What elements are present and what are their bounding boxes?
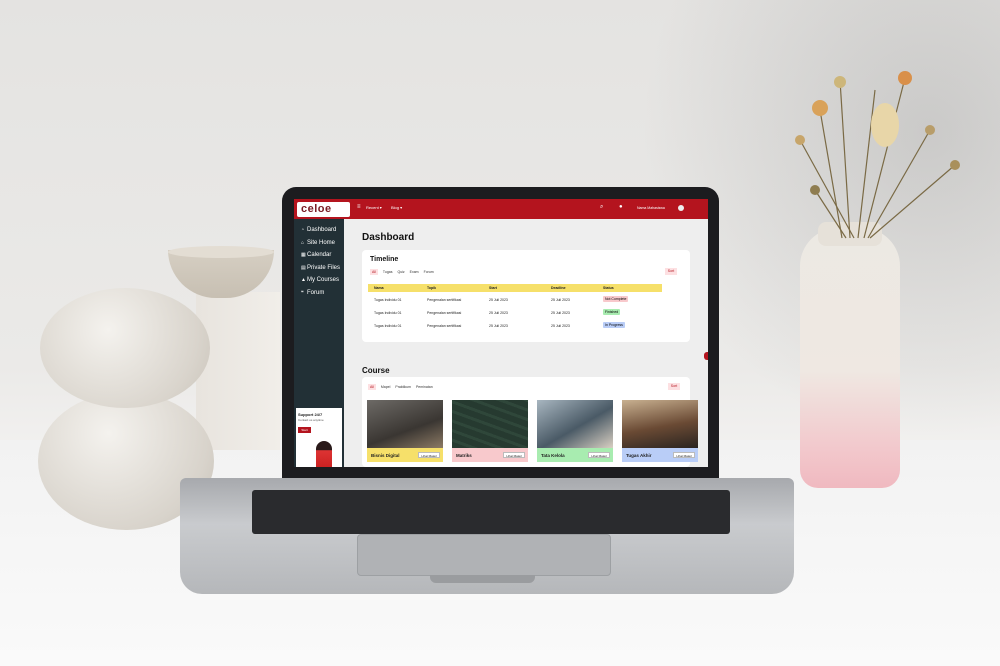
course-name: Bisnis Digital xyxy=(371,453,400,458)
sidebar-item-calendar[interactable]: ▦Calendar xyxy=(301,252,331,258)
course-footer: Bisnis Digital Lihat Materi xyxy=(367,448,443,462)
course-footer: Tugas Akhir Lihat Materi xyxy=(622,448,698,462)
cell-topik: Pengenalan sertifikasi xyxy=(427,324,462,328)
nav-blog[interactable]: Blog ▾ xyxy=(391,205,402,210)
course-name: Tugas Akhir xyxy=(626,453,652,458)
search-icon[interactable]: ⌕ xyxy=(600,204,603,211)
sidebar-item-label: Calendar xyxy=(307,252,332,258)
scroll-indicator[interactable] xyxy=(704,352,708,360)
sidebar-item-label: My Courses xyxy=(307,277,340,283)
bowl-rim xyxy=(168,246,274,258)
view-material-button[interactable]: Lihat Materi xyxy=(503,452,525,458)
tab-mapel[interactable]: Mapel xyxy=(381,385,391,389)
sidebar-item-site-home[interactable]: ⌂ Site Home xyxy=(301,240,335,246)
course-image xyxy=(452,400,528,448)
sidebar-item-dashboard[interactable]: ◔ Dashboard xyxy=(301,227,336,233)
tab-praktikum[interactable]: Praktikum xyxy=(395,385,411,389)
cell-start: 25 Juli 2023 xyxy=(489,298,508,302)
cell-deadline: 25 Juli 2023 xyxy=(551,298,570,302)
tab-peminatan[interactable]: Peminatan xyxy=(416,385,433,389)
status-badge: Not Complete xyxy=(603,296,629,302)
table-row[interactable]: Tugas Individu 01 Pengenalan sertifikasi… xyxy=(368,308,662,318)
support-title: Support 24/7 xyxy=(298,412,323,417)
tab-tugas[interactable]: Tugas xyxy=(383,270,393,274)
cell-start: 25 Juli 2023 xyxy=(489,311,508,315)
view-material-button[interactable]: Lihat Materi xyxy=(418,452,440,458)
tab-all[interactable]: All xyxy=(368,384,376,390)
cell-deadline: 25 Juli 2023 xyxy=(551,324,570,328)
left-vase-top xyxy=(40,288,210,408)
laptop-front-notch xyxy=(430,575,535,583)
cell-nama: Tugas Individu 01 xyxy=(374,298,402,302)
sidebar-item-forum[interactable]: ❝ Forum xyxy=(301,290,324,296)
nav-recent[interactable]: Recent ▾ xyxy=(366,205,382,210)
cell-nama: Tugas Individu 01 xyxy=(374,311,402,315)
support-subtitle: Contact us anytime xyxy=(298,418,324,422)
course-card-tugas-akhir[interactable]: Tugas Akhir Lihat Materi xyxy=(622,400,698,466)
sidebar-item-label: Site Home xyxy=(307,240,336,246)
cell-topik: Pengenalan sertifikasi xyxy=(427,298,462,302)
cell-topik: Pengenalan sertifikasi xyxy=(427,311,462,315)
sidebar-item-label: Dashboard xyxy=(307,227,337,233)
laptop-screen: celoe ≡ Recent ▾ Blog ▾ ⌕ ● Nama Mahasis… xyxy=(294,199,708,467)
sidebar-item-my-courses[interactable]: ▲My Courses xyxy=(301,277,339,283)
sidebar-item-label: Forum xyxy=(307,290,325,296)
support-start-button[interactable]: Start xyxy=(298,427,311,433)
view-material-button[interactable]: Lihat Materi xyxy=(588,452,610,458)
right-vase xyxy=(800,228,900,488)
dried-flowers xyxy=(795,71,960,239)
avatar[interactable] xyxy=(678,205,684,211)
top-navbar: celoe ≡ Recent ▾ Blog ▾ ⌕ ● Nama Mahasis… xyxy=(294,199,708,219)
course-sort-button[interactable]: Sort xyxy=(668,383,680,390)
col-deadline: Deadline xyxy=(551,286,566,290)
course-section-title: Course xyxy=(362,366,390,375)
tab-exam[interactable]: Exam xyxy=(410,270,419,274)
course-footer: Matriks Lihat Materi xyxy=(452,448,528,462)
timeline-tabs: All Tugas Quiz Exam Forum xyxy=(370,269,438,275)
support-panel: Support 24/7 Contact us anytime Start xyxy=(296,408,342,467)
sidebar-item-private-files[interactable]: ▤Private Files xyxy=(301,265,340,271)
table-header: Nama Topik Start Deadline Status xyxy=(368,284,662,292)
table-row[interactable]: Tugas Individu 01 Pengenalan sertifikasi… xyxy=(368,295,662,305)
celoe-logo[interactable]: celoe xyxy=(297,202,350,217)
course-card-matriks[interactable]: Matriks Lihat Materi xyxy=(452,400,528,466)
col-topik: Topik xyxy=(427,286,437,290)
status-badge: Finished xyxy=(603,309,621,315)
course-name: Matriks xyxy=(456,453,472,458)
course-image xyxy=(367,400,443,448)
course-image xyxy=(537,400,613,448)
cell-nama: Tugas Individu 01 xyxy=(374,324,402,328)
cell-start: 25 Juli 2023 xyxy=(489,324,508,328)
pedestal xyxy=(196,292,280,450)
course-card-tata-kelola[interactable]: Tata Kelola Lihat Materi xyxy=(537,400,613,466)
tab-all[interactable]: All xyxy=(370,269,378,275)
laptop-keyboard xyxy=(252,490,730,534)
tab-quiz[interactable]: Quiz xyxy=(397,270,404,274)
cell-deadline: 25 Juli 2023 xyxy=(551,311,570,315)
status-badge: In Progress xyxy=(603,322,625,328)
table-row[interactable]: Tugas Individu 01 Pengenalan sertifikasi… xyxy=(368,321,662,331)
course-footer: Tata Kelola Lihat Materi xyxy=(537,448,613,462)
laptop-trackpad xyxy=(357,534,611,576)
sidebar-item-label: Private Files xyxy=(307,265,341,271)
course-name: Tata Kelola xyxy=(541,453,565,458)
course-tabs: All Mapel Praktikum Peminatan xyxy=(368,384,437,390)
course-card-bisnis-digital[interactable]: Bisnis Digital Lihat Materi xyxy=(367,400,443,466)
course-image xyxy=(622,400,698,448)
col-status: Status xyxy=(603,286,614,290)
page-title: Dashboard xyxy=(362,232,415,243)
col-nama: Nama xyxy=(374,286,384,290)
timeline-title: Timeline xyxy=(370,256,399,263)
sidebar: ◔ Dashboard ⌂ Site Home ▦Calendar ▤Private… xyxy=(294,219,344,467)
col-start: Start xyxy=(489,286,497,290)
tab-forum[interactable]: Forum xyxy=(424,270,434,274)
timeline-sort-button[interactable]: Sort xyxy=(665,268,677,275)
user-name[interactable]: Nama Mahasiswa xyxy=(637,206,665,210)
menu-icon[interactable]: ≡ xyxy=(357,204,361,210)
timeline-card: Timeline All Tugas Quiz Exam Forum Sort … xyxy=(362,250,690,342)
view-material-button[interactable]: Lihat Materi xyxy=(673,452,695,458)
support-agent-image xyxy=(316,441,332,467)
bell-icon[interactable]: ● xyxy=(619,204,623,210)
